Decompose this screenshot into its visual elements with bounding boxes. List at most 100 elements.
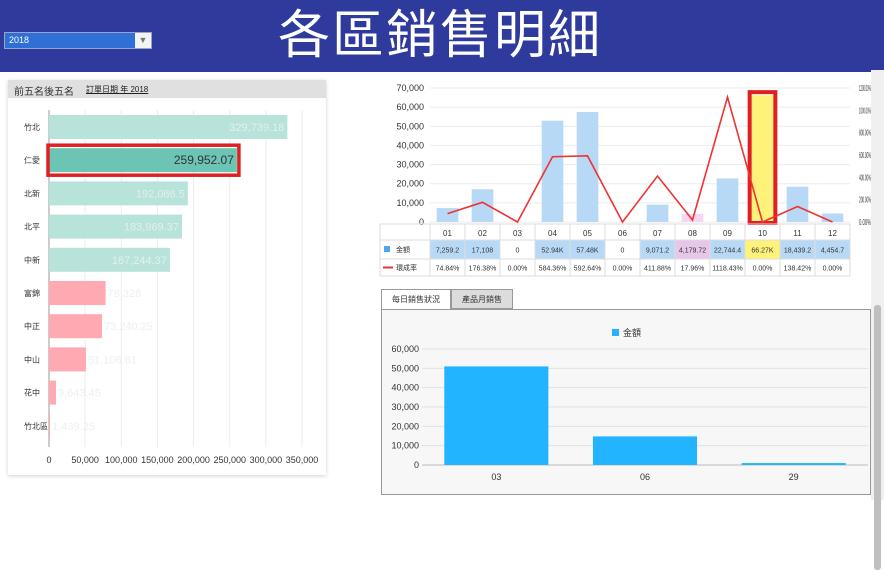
table-amount-value: 66.27K [751, 248, 774, 255]
monthly-x-tick-label: 12 [828, 229, 837, 238]
ranking-data-label: 329,739.18 [229, 122, 284, 134]
daily-y-tick-label: 30,000 [391, 402, 419, 412]
daily-y-tick-label: 20,000 [391, 421, 419, 431]
ranking-x-tick-label: 100,000 [105, 455, 138, 465]
ranking-category-label: 中山 [24, 354, 40, 364]
monthly-x-tick-label: 10 [758, 229, 767, 238]
table-amount-cell [605, 240, 640, 259]
table-amount-value: 7,259.2 [436, 248, 459, 255]
daily-y-tick-label: 40,000 [391, 383, 419, 393]
monthly-ratio-line [447, 94, 833, 224]
table-ratio-value: 0.00% [753, 266, 773, 273]
monthly-x-tick-label: 05 [583, 229, 592, 238]
tab-daily-sales[interactable]: 每日銷售狀況 [381, 289, 451, 309]
monthly-x-tick-label: 09 [723, 229, 732, 238]
table-ratio-value: 411.88% [644, 266, 671, 273]
ranking-x-tick-label: 300,000 [250, 455, 283, 465]
ranking-x-tick-label: 350,000 [286, 455, 319, 465]
legend-amount-label: 金額 [396, 245, 410, 254]
page-title: 各區銷售明細 [277, 6, 602, 66]
ranking-bar [49, 347, 86, 372]
tab-product-monthly-sales[interactable]: 產品月銷售 [451, 289, 513, 309]
monthly-y2-tick-label: 1000.00% [859, 106, 871, 115]
ranking-data-label: 51,106.61 [88, 354, 137, 366]
monthly-x-tick-label: 06 [618, 229, 627, 238]
monthly-x-tick-label: 08 [688, 229, 697, 238]
daily-bar [444, 366, 549, 465]
monthly-y2-tick-label: 600.00% [859, 151, 871, 160]
table-ratio-value: 0.00% [508, 266, 528, 273]
table-amount-value: 0 [516, 248, 520, 255]
table-amount-value: 18,439.2 [784, 248, 811, 255]
ranking-data-label: 167,244.37 [112, 255, 167, 267]
monthly-bar [541, 120, 564, 222]
table-amount-cell [640, 240, 675, 259]
scrollbar-thumb[interactable] [874, 305, 881, 570]
table-amount-cell [815, 240, 850, 259]
monthly-highlight-box [747, 90, 778, 225]
table-amount-value: 17,108 [472, 248, 494, 255]
monthly-y2-tick-label: 200.00% [859, 196, 871, 205]
table-ratio-value: 0.00% [613, 266, 633, 273]
daily-y-tick-label: 10,000 [391, 441, 419, 451]
table-ratio-value: 74.84% [436, 266, 460, 273]
monthly-bar [751, 95, 774, 222]
table-amount-cell [780, 240, 815, 259]
ranking-data-label: 192,086.5 [136, 188, 185, 200]
monthly-y-tick-label: 50,000 [396, 121, 424, 131]
monthly-y-tick-label: 30,000 [396, 160, 424, 170]
page-scrollbar[interactable] [871, 70, 884, 570]
daily-y-tick-label: 0 [414, 460, 419, 470]
monthly-bar [471, 189, 494, 222]
ranking-category-label: 仁愛 [24, 155, 40, 165]
table-amount-value: 4,454.7 [821, 248, 844, 255]
legend-amount-swatch [384, 246, 390, 252]
ranking-data-label: 259,952.07 [174, 153, 234, 167]
ranking-category-label: 竹北 [24, 122, 40, 132]
monthly-x-tick-label: 02 [478, 229, 487, 238]
ranking-category-label: 花中 [24, 388, 40, 398]
table-amount-cell [710, 240, 745, 259]
monthly-x-tick-label: 01 [443, 229, 452, 238]
daily-legend-swatch [612, 329, 619, 336]
chevron-down-icon[interactable]: ▼ [135, 33, 151, 48]
year-dropdown-value[interactable]: 2018 [5, 33, 135, 48]
daily-bar [592, 436, 698, 465]
table-amount-cell [535, 240, 570, 259]
ranking-bar [49, 413, 51, 438]
table-amount-value: 0 [621, 248, 625, 255]
monthly-y-tick-label: 0 [419, 217, 424, 227]
monthly-bar [821, 213, 844, 222]
monthly-bar [681, 213, 704, 222]
table-amount-cell [500, 240, 535, 259]
table-amount-value: 57.48K [576, 248, 599, 255]
monthly-bar [576, 111, 599, 222]
ranking-bar-chart: 0 50,000 100,000 150,000 200,000 250,000 300,0… [24, 110, 319, 465]
daily-x-tick-label: 29 [789, 472, 799, 482]
ranking-category-label: 富錦 [24, 288, 40, 298]
ranking-data-label: 9,643.45 [58, 388, 101, 400]
ranking-panel: 前五名後五名 訂單日期 年 2018 0 50,000 100,000 150,000… [8, 80, 326, 475]
table-amount-value: 52.94K [541, 248, 564, 255]
ranking-x-tick-label: 200,000 [177, 455, 210, 465]
table-amount-value: 4,179.72 [679, 248, 706, 255]
table-ratio-value: 17.96% [681, 266, 705, 273]
ranking-bar [49, 380, 56, 405]
daily-sales-chart: 0 10,000 20,000 30,000 40,000 50,000 60,000 03 0… [391, 327, 868, 482]
monthly-y2-tick-label: 1200.00% [859, 84, 871, 93]
monthly-y-tick-label: 60,000 [396, 102, 424, 112]
year-dropdown[interactable]: 2018 ▼ [4, 32, 152, 49]
monthly-x-tick-label: 04 [548, 229, 557, 238]
ranking-category-label: 中新 [24, 255, 40, 265]
table-amount-value: 22,744.4 [714, 248, 741, 255]
table-legend-cell [380, 240, 430, 259]
monthly-y-tick-label: 70,000 [396, 83, 424, 93]
monthly-y-tick-label: 40,000 [396, 140, 424, 150]
ranking-bar [49, 314, 102, 339]
table-amount-cell [465, 240, 500, 259]
table-amount-cell [675, 240, 710, 259]
table-ratio-value: 176.38% [469, 266, 497, 273]
daily-x-tick-label: 06 [640, 472, 650, 482]
table-amount-cell [745, 240, 780, 259]
monthly-bar [716, 178, 739, 222]
